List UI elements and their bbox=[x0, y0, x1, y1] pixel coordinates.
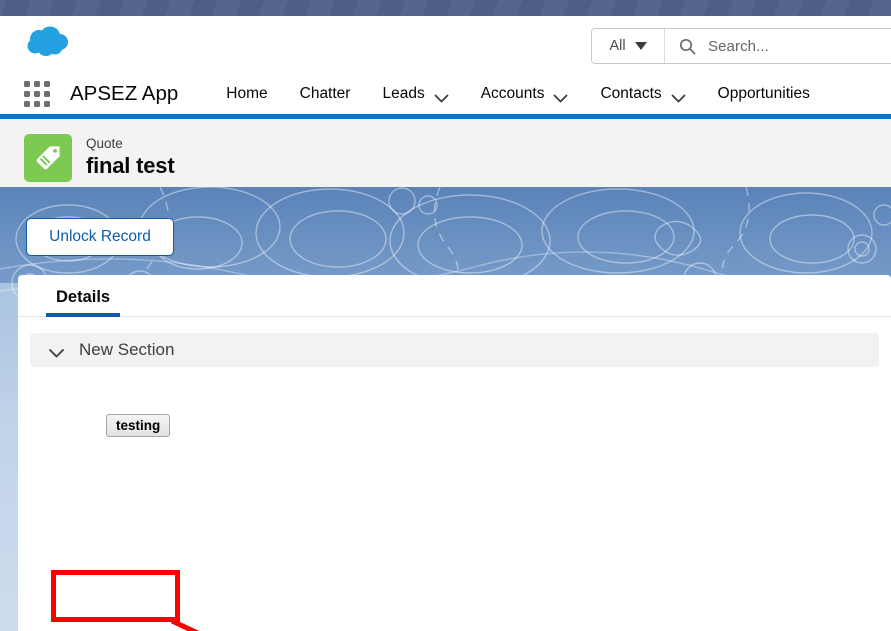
nav-item-label: Leads bbox=[382, 85, 425, 102]
quote-tag-icon bbox=[24, 134, 72, 182]
search-scope-label: All bbox=[609, 38, 626, 54]
visualforce-page-area: testing bbox=[18, 389, 891, 589]
tab-details[interactable]: Details bbox=[46, 288, 121, 317]
tab-label: Details bbox=[56, 288, 111, 306]
chevron-down-icon bbox=[671, 90, 686, 102]
page-title: final test bbox=[86, 153, 175, 178]
detail-tabs: Details bbox=[18, 275, 891, 317]
search-scope-select[interactable]: All bbox=[592, 29, 665, 63]
chevron-down-icon bbox=[553, 90, 568, 102]
nav-item-contacts[interactable]: Contacts bbox=[584, 74, 701, 114]
record-body-background: Unlock Record Details New Section testin… bbox=[0, 187, 891, 631]
nav-item-label: Opportunities bbox=[717, 85, 810, 102]
section-header-new-section[interactable]: New Section bbox=[30, 333, 879, 367]
nav-item-opportunities[interactable]: Opportunities bbox=[702, 74, 826, 114]
global-search[interactable]: All Search... bbox=[591, 28, 891, 64]
chevron-down-icon bbox=[48, 345, 65, 358]
nav-item-home[interactable]: Home bbox=[210, 74, 283, 114]
app-launcher-grid-icon[interactable] bbox=[22, 79, 52, 109]
salesforce-cloud-logo[interactable] bbox=[22, 26, 72, 60]
app-name-label[interactable]: APSEZ App bbox=[70, 82, 178, 106]
nav-item-label: Chatter bbox=[299, 85, 351, 102]
chevron-down-icon bbox=[634, 42, 647, 50]
record-detail-card: Details New Section testing bbox=[18, 275, 891, 631]
record-header: Quote final test bbox=[0, 119, 891, 187]
section-label: New Section bbox=[79, 340, 175, 359]
testing-button[interactable]: testing bbox=[106, 414, 171, 437]
nav-item-label: Home bbox=[226, 85, 268, 102]
nav-item-leads[interactable]: Leads bbox=[366, 74, 464, 114]
search-icon bbox=[679, 38, 696, 55]
record-meta: Quote final test bbox=[86, 135, 175, 180]
nav-item-chatter[interactable]: Chatter bbox=[284, 74, 367, 114]
search-input[interactable]: Search... bbox=[665, 29, 891, 63]
unlock-record-button[interactable]: Unlock Record bbox=[26, 218, 174, 256]
top-striped-banner bbox=[0, 0, 891, 16]
chevron-down-icon bbox=[434, 90, 449, 102]
nav-item-label: Contacts bbox=[600, 85, 662, 102]
nav-item-accounts[interactable]: Accounts bbox=[465, 74, 585, 114]
nav-item-label: Accounts bbox=[480, 85, 545, 102]
record-object-type: Quote bbox=[86, 136, 123, 151]
app-navigation-bar: APSEZ App Home Chatter Leads Accounts Co… bbox=[0, 74, 891, 114]
search-placeholder: Search... bbox=[708, 37, 769, 55]
global-header: All Search... bbox=[0, 16, 891, 74]
nav-items: Home Chatter Leads Accounts Contacts Opp… bbox=[210, 74, 826, 114]
